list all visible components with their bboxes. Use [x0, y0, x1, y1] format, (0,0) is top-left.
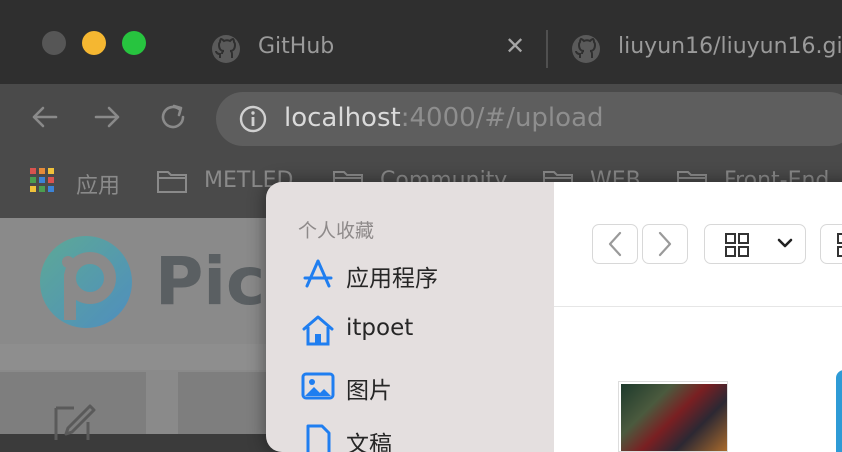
sidebar-item-applications[interactable]: 应用程序	[346, 259, 438, 293]
sidebar-item-documents[interactable]: 文稿	[346, 425, 392, 452]
tab-separator	[546, 30, 548, 68]
picx-logo-icon	[40, 236, 132, 328]
edit-icon	[54, 404, 96, 440]
site-info-icon[interactable]	[238, 104, 268, 134]
view-mode-select[interactable]	[704, 224, 806, 264]
bookmark-apps[interactable]: 应用	[76, 168, 120, 200]
file-chooser-dialog: 个人收藏 应用程序 itpoet 图片 文稿	[266, 182, 842, 452]
dialog-sidebar: 个人收藏 应用程序 itpoet 图片 文稿	[266, 182, 554, 452]
forward-icon[interactable]	[90, 100, 124, 134]
back-icon[interactable]	[28, 100, 62, 134]
window-maximize-button[interactable]	[122, 31, 146, 55]
sidebar-item-home[interactable]: itpoet	[346, 315, 413, 341]
back-button[interactable]	[592, 224, 638, 264]
chevron-down-icon	[777, 238, 793, 248]
applications-icon	[303, 259, 333, 288]
folder-icon	[157, 171, 187, 193]
dialog-main	[554, 182, 842, 452]
home-icon	[302, 315, 334, 346]
reload-icon[interactable]	[156, 100, 190, 134]
sidebar-item-pictures[interactable]: 图片	[346, 371, 392, 405]
file-thumbnail[interactable]	[836, 370, 842, 452]
chevron-left-icon	[608, 231, 622, 257]
github-icon	[212, 35, 240, 63]
favorites-heading: 个人收藏	[298, 220, 375, 242]
tab-close-button[interactable]: ✕	[505, 32, 525, 60]
tab-title-github[interactable]: GitHub	[258, 34, 334, 59]
forward-button[interactable]	[642, 224, 688, 264]
grid-view-icon	[725, 233, 749, 257]
image-preview	[621, 384, 727, 451]
chevron-right-icon	[658, 231, 672, 257]
group-button[interactable]	[820, 224, 842, 264]
window-minimize-button[interactable]	[82, 31, 106, 55]
address-url[interactable]: localhost:4000/#/upload	[284, 103, 604, 133]
document-icon	[306, 424, 331, 452]
file-thumbnail[interactable]	[618, 381, 728, 452]
github-icon	[572, 35, 600, 63]
group-icon	[837, 233, 842, 257]
tab-title-repo[interactable]: liuyun16/liuyun16.gi	[618, 34, 842, 59]
window-close-button[interactable]	[42, 31, 66, 55]
pictures-icon	[301, 372, 335, 400]
